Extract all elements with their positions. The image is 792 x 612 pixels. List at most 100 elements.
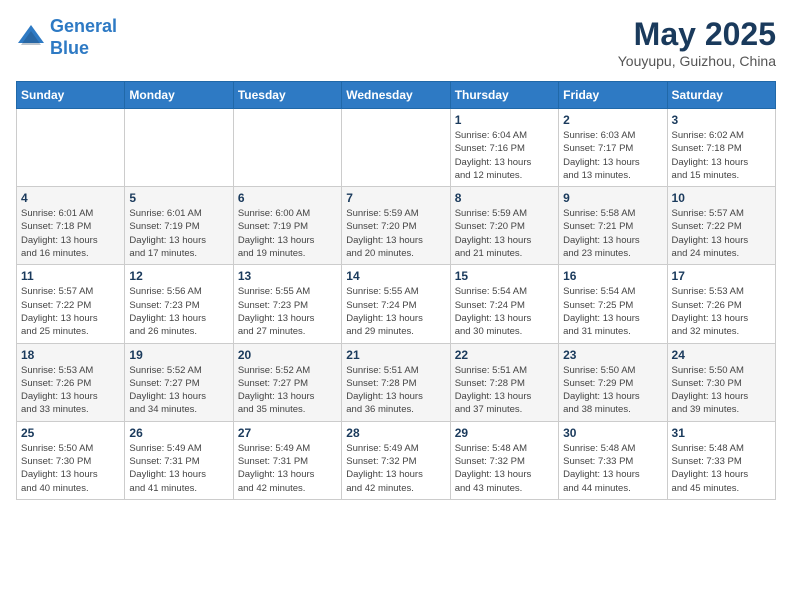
day-info: Sunrise: 5:57 AMSunset: 7:22 PMDaylight:… (672, 207, 771, 260)
day-info: Sunrise: 5:48 AMSunset: 7:33 PMDaylight:… (563, 442, 662, 495)
day-info: Sunrise: 5:59 AMSunset: 7:20 PMDaylight:… (455, 207, 554, 260)
calendar-cell (342, 109, 450, 187)
calendar-cell: 22 Sunrise: 5:51 AMSunset: 7:28 PMDayligh… (450, 343, 558, 421)
day-number: 10 (672, 191, 771, 205)
calendar-cell: 29 Sunrise: 5:48 AMSunset: 7:32 PMDayligh… (450, 421, 558, 499)
day-info: Sunrise: 6:01 AMSunset: 7:19 PMDaylight:… (129, 207, 228, 260)
day-number: 16 (563, 269, 662, 283)
calendar-week-4: 18Sunrise: 5:53 AMSunset: 7:26 PMDayligh… (17, 343, 776, 421)
logo-general: General (50, 16, 117, 36)
logo-blue: Blue (50, 38, 89, 58)
day-number: 31 (672, 426, 771, 440)
calendar-cell: 4 Sunrise: 6:01 AMSunset: 7:18 PMDaylight… (17, 187, 125, 265)
day-number: 20 (238, 348, 337, 362)
calendar-cell: 18Sunrise: 5:53 AMSunset: 7:26 PMDayligh… (17, 343, 125, 421)
day-info: Sunrise: 6:01 AMSunset: 7:18 PMDaylight:… (21, 207, 120, 260)
day-info: Sunrise: 5:53 AMSunset: 7:26 PMDaylight:… (672, 285, 771, 338)
day-info: Sunrise: 5:50 AMSunset: 7:30 PMDaylight:… (672, 364, 771, 417)
day-number: 23 (563, 348, 662, 362)
calendar-cell: 3Sunrise: 6:02 AMSunset: 7:18 PMDaylight… (667, 109, 775, 187)
month-year-title: May 2025 (618, 16, 776, 53)
day-info: Sunrise: 5:55 AMSunset: 7:24 PMDaylight:… (346, 285, 445, 338)
calendar-cell: 11Sunrise: 5:57 AMSunset: 7:22 PMDayligh… (17, 265, 125, 343)
day-number: 21 (346, 348, 445, 362)
day-number: 26 (129, 426, 228, 440)
calendar-cell: 12 Sunrise: 5:56 AMSunset: 7:23 PMDayligh… (125, 265, 233, 343)
weekday-header-wednesday: Wednesday (342, 82, 450, 109)
calendar-cell: 7Sunrise: 5:59 AMSunset: 7:20 PMDaylight… (342, 187, 450, 265)
day-number: 5 (129, 191, 228, 205)
calendar-cell: 15Sunrise: 5:54 AMSunset: 7:24 PMDayligh… (450, 265, 558, 343)
day-number: 13 (238, 269, 337, 283)
calendar-cell: 25 Sunrise: 5:50 AMSunset: 7:30 PMDayligh… (17, 421, 125, 499)
day-number: 15 (455, 269, 554, 283)
calendar-cell: 21 Sunrise: 5:51 AMSunset: 7:28 PMDayligh… (342, 343, 450, 421)
day-number: 18 (21, 348, 120, 362)
day-info: Sunrise: 5:59 AMSunset: 7:20 PMDaylight:… (346, 207, 445, 260)
calendar-cell: 8Sunrise: 5:59 AMSunset: 7:20 PMDaylight… (450, 187, 558, 265)
calendar-cell: 10 Sunrise: 5:57 AMSunset: 7:22 PMDayligh… (667, 187, 775, 265)
weekday-header-monday: Monday (125, 82, 233, 109)
day-number: 24 (672, 348, 771, 362)
calendar-cell: 28Sunrise: 5:49 AMSunset: 7:32 PMDayligh… (342, 421, 450, 499)
day-info: Sunrise: 5:55 AMSunset: 7:23 PMDaylight:… (238, 285, 337, 338)
weekday-header-saturday: Saturday (667, 82, 775, 109)
calendar-week-2: 4 Sunrise: 6:01 AMSunset: 7:18 PMDaylight… (17, 187, 776, 265)
day-number: 6 (238, 191, 337, 205)
calendar-cell: 30 Sunrise: 5:48 AMSunset: 7:33 PMDayligh… (559, 421, 667, 499)
day-info: Sunrise: 5:48 AMSunset: 7:32 PMDaylight:… (455, 442, 554, 495)
calendar-cell: 5 Sunrise: 6:01 AMSunset: 7:19 PMDaylight… (125, 187, 233, 265)
calendar-header-row: SundayMondayTuesdayWednesdayThursdayFrid… (17, 82, 776, 109)
calendar-cell: 17 Sunrise: 5:53 AMSunset: 7:26 PMDayligh… (667, 265, 775, 343)
day-number: 17 (672, 269, 771, 283)
day-number: 4 (21, 191, 120, 205)
calendar-cell: 14 Sunrise: 5:55 AMSunset: 7:24 PMDayligh… (342, 265, 450, 343)
calendar-cell: 16 Sunrise: 5:54 AMSunset: 7:25 PMDayligh… (559, 265, 667, 343)
calendar-cell: 31 Sunrise: 5:48 AMSunset: 7:33 PMDayligh… (667, 421, 775, 499)
calendar-cell: 1 Sunrise: 6:04 AMSunset: 7:16 PMDaylight… (450, 109, 558, 187)
calendar-cell: 19Sunrise: 5:52 AMSunset: 7:27 PMDayligh… (125, 343, 233, 421)
day-info: Sunrise: 5:50 AMSunset: 7:29 PMDaylight:… (563, 364, 662, 417)
day-info: Sunrise: 6:04 AMSunset: 7:16 PMDaylight:… (455, 129, 554, 182)
day-info: Sunrise: 5:54 AMSunset: 7:25 PMDaylight:… (563, 285, 662, 338)
day-number: 14 (346, 269, 445, 283)
day-number: 30 (563, 426, 662, 440)
day-info: Sunrise: 5:58 AMSunset: 7:21 PMDaylight:… (563, 207, 662, 260)
day-number: 27 (238, 426, 337, 440)
day-number: 28 (346, 426, 445, 440)
calendar-cell: 6Sunrise: 6:00 AMSunset: 7:19 PMDaylight… (233, 187, 341, 265)
day-number: 12 (129, 269, 228, 283)
day-number: 1 (455, 113, 554, 127)
logo-icon (16, 23, 46, 53)
calendar-cell: 26Sunrise: 5:49 AMSunset: 7:31 PMDayligh… (125, 421, 233, 499)
calendar-week-3: 11Sunrise: 5:57 AMSunset: 7:22 PMDayligh… (17, 265, 776, 343)
day-number: 25 (21, 426, 120, 440)
day-info: Sunrise: 5:52 AMSunset: 7:27 PMDaylight:… (129, 364, 228, 417)
calendar-week-1: 1 Sunrise: 6:04 AMSunset: 7:16 PMDaylight… (17, 109, 776, 187)
day-info: Sunrise: 5:51 AMSunset: 7:28 PMDaylight:… (346, 364, 445, 417)
day-info: Sunrise: 5:57 AMSunset: 7:22 PMDaylight:… (21, 285, 120, 338)
calendar-cell (17, 109, 125, 187)
weekday-header-sunday: Sunday (17, 82, 125, 109)
day-number: 22 (455, 348, 554, 362)
calendar-cell: 13 Sunrise: 5:55 AMSunset: 7:23 PMDayligh… (233, 265, 341, 343)
calendar-cell: 24 Sunrise: 5:50 AMSunset: 7:30 PMDayligh… (667, 343, 775, 421)
day-info: Sunrise: 5:51 AMSunset: 7:28 PMDaylight:… (455, 364, 554, 417)
day-info: Sunrise: 6:03 AMSunset: 7:17 PMDaylight:… (563, 129, 662, 182)
day-info: Sunrise: 5:56 AMSunset: 7:23 PMDaylight:… (129, 285, 228, 338)
logo: General Blue (16, 16, 117, 59)
day-number: 9 (563, 191, 662, 205)
calendar-cell: 9 Sunrise: 5:58 AMSunset: 7:21 PMDaylight… (559, 187, 667, 265)
day-number: 2 (563, 113, 662, 127)
weekday-header-tuesday: Tuesday (233, 82, 341, 109)
title-block: May 2025 Youyupu, Guizhou, China (618, 16, 776, 69)
day-info: Sunrise: 5:52 AMSunset: 7:27 PMDaylight:… (238, 364, 337, 417)
calendar-cell (233, 109, 341, 187)
day-number: 29 (455, 426, 554, 440)
calendar-cell (125, 109, 233, 187)
weekday-header-friday: Friday (559, 82, 667, 109)
logo-text: General Blue (50, 16, 117, 59)
weekday-header-thursday: Thursday (450, 82, 558, 109)
day-info: Sunrise: 5:50 AMSunset: 7:30 PMDaylight:… (21, 442, 120, 495)
day-info: Sunrise: 5:48 AMSunset: 7:33 PMDaylight:… (672, 442, 771, 495)
